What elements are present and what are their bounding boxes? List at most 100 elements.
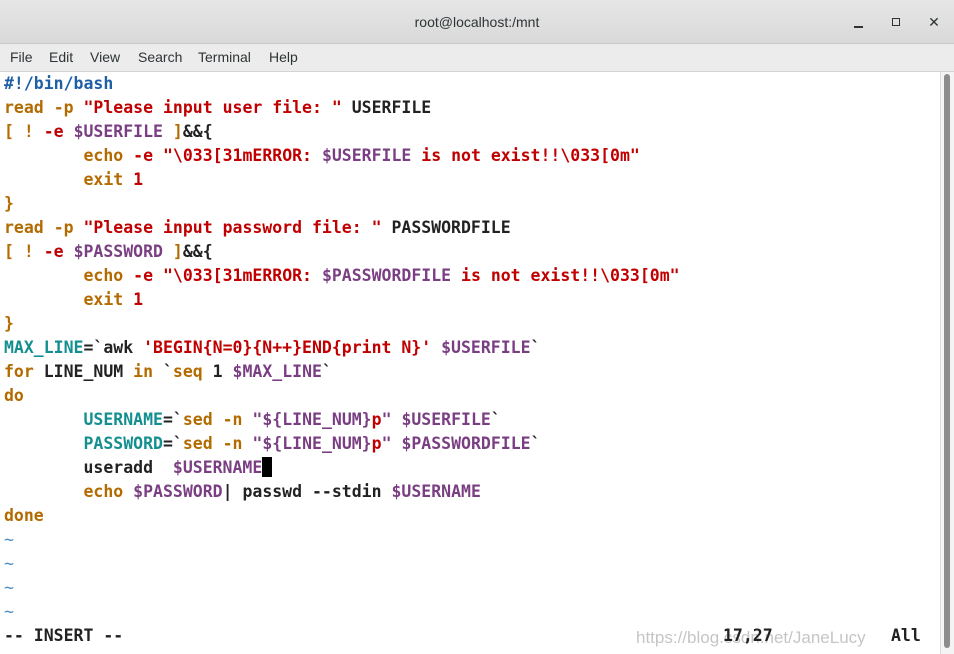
code-line: ~ bbox=[4, 528, 14, 552]
code-token: ` bbox=[321, 362, 332, 381]
code-token: ] bbox=[162, 122, 183, 141]
menu-file[interactable]: File bbox=[10, 49, 33, 65]
code-line: echo -e "\033[31mERROR: $USERFILE is not… bbox=[4, 144, 640, 168]
code-token: -n bbox=[222, 434, 243, 453]
code-token: } bbox=[4, 314, 14, 333]
code-line: ~ bbox=[4, 600, 14, 624]
code-token: $USERFILE bbox=[441, 338, 531, 357]
code-token: p bbox=[371, 434, 382, 453]
code-line: echo -e "\033[31mERROR: $PASSWORDFILE is… bbox=[4, 264, 680, 288]
code-token: $PASSWORDFILE bbox=[401, 434, 531, 453]
menu-view[interactable]: View bbox=[90, 49, 120, 65]
code-token: is not exist!!\033[0m" bbox=[411, 146, 640, 165]
code-line: read -p "Please input user file: " USERF… bbox=[4, 96, 431, 120]
menu-search[interactable]: Search bbox=[138, 49, 182, 65]
code-line: USERNAME=`sed -n "${LINE_NUM}p" $USERFIL… bbox=[4, 408, 501, 432]
code-line: exit 1 bbox=[4, 168, 143, 192]
code-token: exit bbox=[83, 170, 124, 189]
code-line: [ ! -e $PASSWORD ]&&{ bbox=[4, 240, 213, 264]
code-token: &&{ bbox=[182, 122, 213, 141]
code-line: } bbox=[4, 192, 14, 216]
code-token: " bbox=[242, 410, 263, 429]
code-token: sed bbox=[182, 410, 213, 429]
scrollbar-thumb[interactable] bbox=[944, 74, 950, 648]
code-token: ~ bbox=[4, 578, 14, 597]
code-token: $PASSWORD bbox=[73, 242, 163, 261]
code-token: 1 bbox=[202, 362, 233, 381]
code-token: $USERFILE bbox=[401, 410, 491, 429]
code-token: -p bbox=[53, 98, 74, 117]
code-line: ~ bbox=[4, 576, 14, 600]
code-token: " bbox=[242, 434, 263, 453]
code-token: sed bbox=[182, 434, 213, 453]
vertical-scrollbar[interactable] bbox=[940, 72, 954, 654]
code-token: =` bbox=[162, 434, 183, 453]
code-token: MAX_LINE bbox=[4, 338, 84, 357]
code-line: exit 1 bbox=[4, 288, 143, 312]
code-token: in bbox=[133, 362, 154, 381]
code-token: exit bbox=[83, 290, 124, 309]
scroll-indicator: All bbox=[891, 626, 921, 645]
code-token: ${LINE_NUM} bbox=[262, 410, 372, 429]
menu-edit[interactable]: Edit bbox=[49, 49, 73, 65]
menu-help[interactable]: Help bbox=[269, 49, 298, 65]
code-token: 1 bbox=[123, 290, 144, 309]
code-token: "Please input password file: " bbox=[83, 218, 382, 237]
code-token: done bbox=[4, 506, 44, 525]
code-token: echo bbox=[83, 146, 124, 165]
minimize-button[interactable] bbox=[848, 12, 868, 32]
code-token: USERFILE bbox=[341, 98, 432, 117]
code-token: $USERNAME bbox=[172, 458, 263, 477]
code-token: #!/bin/bash bbox=[4, 74, 114, 93]
close-icon: ✕ bbox=[928, 13, 940, 30]
close-button[interactable]: ✕ bbox=[924, 12, 944, 32]
title-bar: root@localhost:/mnt ✕ bbox=[0, 0, 954, 44]
code-token: PASSWORDFILE bbox=[381, 218, 511, 237]
code-token: -n bbox=[222, 410, 243, 429]
code-token: &&{ bbox=[182, 242, 213, 261]
terminal-text-area[interactable]: https://blog.csdn.net/JaneLucy -- INSERT… bbox=[0, 72, 940, 654]
code-line: read -p "Please input password file: " P… bbox=[4, 216, 511, 240]
code-token: ~ bbox=[4, 530, 14, 549]
code-token: ${LINE_NUM} bbox=[262, 434, 372, 453]
code-token: 1 bbox=[123, 170, 144, 189]
code-token: ` bbox=[490, 410, 501, 429]
code-token: read bbox=[4, 98, 44, 117]
code-token: } bbox=[4, 194, 14, 213]
maximize-button[interactable] bbox=[886, 12, 906, 32]
code-token: PASSWORD bbox=[83, 434, 163, 453]
code-line: echo $PASSWORD| passwd --stdin $USERNAME bbox=[4, 480, 481, 504]
code-line: PASSWORD=`sed -n "${LINE_NUM}p" $PASSWOR… bbox=[4, 432, 540, 456]
code-token: =`awk bbox=[83, 338, 144, 357]
code-token: ~ bbox=[4, 602, 14, 621]
code-line: for LINE_NUM in `seq 1 $MAX_LINE` bbox=[4, 360, 332, 384]
cursor-position: 17,27 bbox=[723, 626, 773, 645]
code-token: "Please input user file: " bbox=[83, 98, 342, 117]
code-token: USERNAME bbox=[83, 410, 163, 429]
code-token: [ ! bbox=[4, 242, 44, 261]
code-token: p bbox=[371, 410, 382, 429]
code-token: "\033[31mERROR: bbox=[162, 146, 322, 165]
code-token: echo bbox=[83, 266, 124, 285]
code-line: useradd $USERNAME bbox=[4, 456, 273, 480]
code-token: for bbox=[4, 362, 34, 381]
code-token: $USERNAME bbox=[391, 482, 481, 501]
code-token: [ ! bbox=[4, 122, 44, 141]
code-token: is not exist!!\033[0m" bbox=[451, 266, 680, 285]
menu-terminal[interactable]: Terminal bbox=[198, 49, 251, 65]
code-token: " bbox=[381, 434, 392, 453]
code-token: do bbox=[4, 386, 24, 405]
